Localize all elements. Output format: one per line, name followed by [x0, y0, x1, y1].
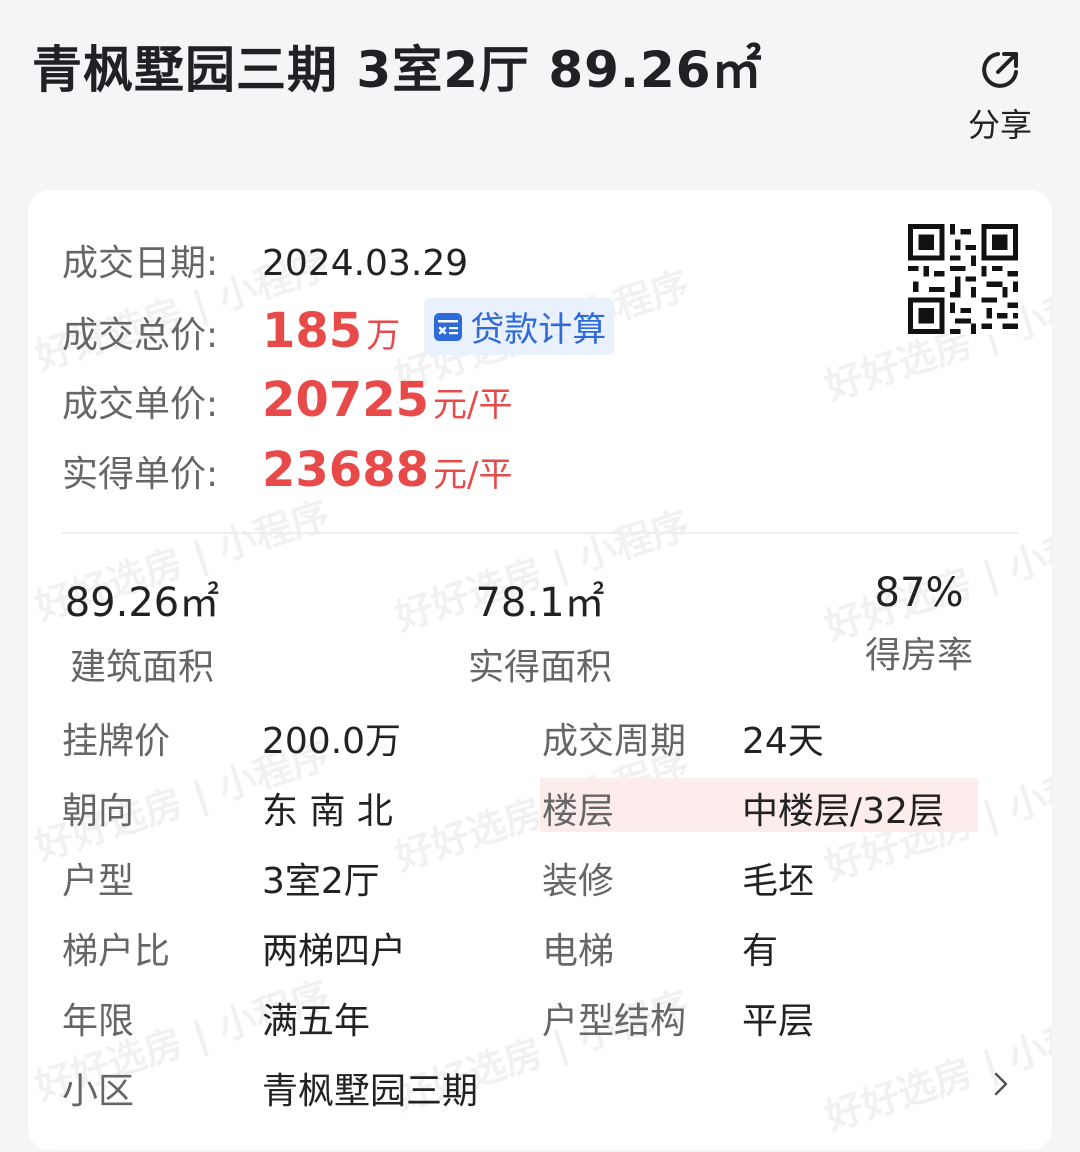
- deal-date-row: 成交日期: 2024.03.29: [62, 234, 468, 294]
- orientation-label: 朝向: [62, 791, 135, 832]
- ownership-years-value: 满五年: [262, 1001, 371, 1042]
- divider: [62, 532, 1018, 534]
- layout-structure-label: 户型结构: [542, 1001, 687, 1042]
- deal-unit-price-row: 成交单价: 20725 元/平: [62, 372, 512, 432]
- watermark: 好好选房 | 小程序: [819, 1002, 1052, 1140]
- page-title: 青枫墅园三期 3室2厅 89.26㎡: [32, 41, 763, 99]
- elevator-value: 有: [742, 931, 779, 972]
- page-header: 青枫墅园三期 3室2厅 89.26㎡ 分享: [0, 0, 1080, 170]
- stat-value: 89.26㎡: [64, 580, 220, 626]
- deal-unit-price-label: 成交单价:: [62, 384, 219, 425]
- stat-label: 建筑面积: [69, 647, 214, 688]
- stat-efficiency-rate: 87% 得房率: [844, 570, 994, 678]
- stat-label: 得房率: [864, 635, 973, 676]
- stat-building-area: 89.26㎡ 建筑面积: [62, 570, 222, 690]
- orientation-value: 东 南 北: [262, 791, 393, 832]
- stat-value: 87%: [874, 570, 964, 616]
- layout-structure-value: 平层: [742, 1001, 815, 1042]
- floor-label: 楼层: [542, 791, 615, 832]
- deal-cycle-label: 成交周期: [542, 721, 687, 762]
- elevator-ratio-value: 两梯四户: [262, 931, 407, 972]
- layout-label: 户型: [62, 861, 135, 902]
- deal-unit-price-value: 20725: [262, 372, 429, 428]
- effective-unit-price-label: 实得单价:: [62, 454, 219, 495]
- deal-cycle-value: 24天: [742, 721, 824, 762]
- community-value: 青枫墅园三期: [262, 1071, 479, 1112]
- deal-card: 好好选房 | 小程序 好好选房 | 小程序 好好选房 | 小程序 好好选房 | …: [28, 190, 1052, 1150]
- ownership-years-label: 年限: [62, 1001, 135, 1042]
- listing-price-label: 挂牌价: [62, 721, 171, 762]
- deal-date-label: 成交日期:: [62, 243, 219, 284]
- effective-unit-price-row: 实得单价: 23688 元/平: [62, 442, 512, 502]
- stat-label: 实得面积: [467, 647, 612, 688]
- decoration-label: 装修: [542, 861, 615, 902]
- loan-calculator-label: 贷款计算: [470, 310, 607, 350]
- effective-unit-price-value: 23688: [262, 442, 429, 498]
- calculator-icon: [434, 312, 463, 341]
- deal-total-row: 成交总价: 185 万 贷款计算: [62, 298, 615, 362]
- decoration-value: 毛坯: [742, 861, 815, 902]
- floor-value: 中楼层/32层: [742, 791, 944, 832]
- loan-calculator-button[interactable]: 贷款计算: [424, 298, 615, 355]
- deal-total-label: 成交总价:: [62, 314, 219, 356]
- share-label: 分享: [967, 106, 1032, 144]
- share-button[interactable]: 分享: [960, 46, 1040, 146]
- deal-date-value: 2024.03.29: [262, 243, 469, 284]
- chevron-right-icon[interactable]: [988, 1066, 1014, 1102]
- layout-value: 3室2厅: [262, 861, 380, 902]
- stat-effective-area: 78.1㎡ 实得面积: [460, 570, 620, 690]
- listing-price-value: 200.0万: [262, 721, 402, 762]
- community-label: 小区: [62, 1071, 135, 1112]
- deal-total-value: 185: [262, 302, 363, 359]
- effective-unit-price-unit: 元/平: [433, 455, 513, 495]
- qr-code-icon[interactable]: [908, 224, 1018, 334]
- elevator-ratio-label: 梯户比: [62, 931, 171, 972]
- deal-unit-price-unit: 元/平: [433, 385, 513, 425]
- deal-total-unit: 万: [366, 315, 401, 356]
- share-icon: [982, 52, 1018, 88]
- stat-value: 78.1㎡: [475, 580, 605, 626]
- elevator-label: 电梯: [542, 931, 615, 972]
